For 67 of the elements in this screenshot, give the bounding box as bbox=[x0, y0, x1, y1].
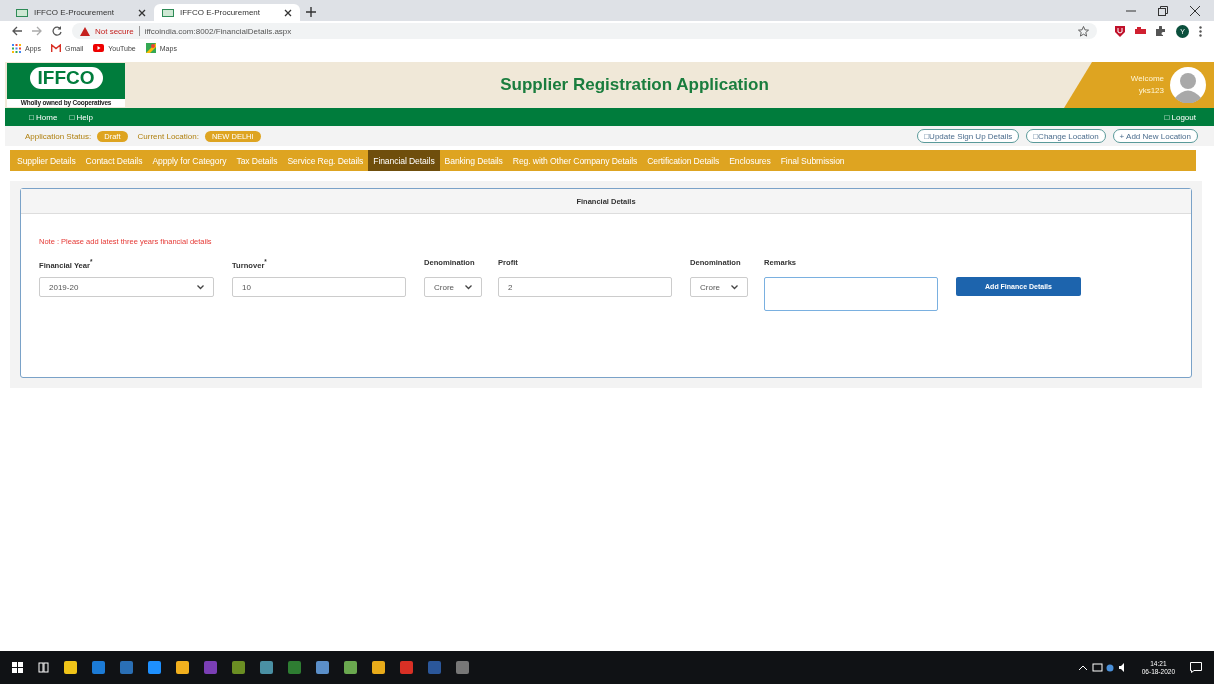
input-field[interactable]: 2 bbox=[498, 277, 672, 297]
app-icon[interactable] bbox=[260, 661, 273, 674]
chevron-icon bbox=[197, 284, 204, 290]
star-icon[interactable] bbox=[1078, 25, 1089, 37]
nav-link[interactable]: □ Help bbox=[69, 112, 93, 122]
app-icon[interactable] bbox=[344, 661, 357, 674]
forward-icon[interactable] bbox=[32, 26, 42, 36]
app-icon[interactable] bbox=[232, 661, 245, 674]
app-icon[interactable] bbox=[288, 661, 301, 674]
puzzle-icon[interactable] bbox=[1156, 26, 1166, 36]
menu-icon[interactable] bbox=[1199, 25, 1202, 37]
favicon-icon bbox=[162, 8, 174, 17]
play-icon bbox=[93, 44, 105, 52]
select-field[interactable]: Crore bbox=[424, 277, 482, 297]
close-icon[interactable] bbox=[284, 8, 292, 17]
app-icon[interactable] bbox=[400, 661, 413, 674]
app-icon[interactable] bbox=[92, 661, 105, 674]
logo-wordmark: IFFCO bbox=[29, 67, 103, 89]
username-text: yks123 bbox=[1138, 85, 1164, 97]
location-label: Current Location: bbox=[137, 131, 199, 141]
extension-icon[interactable] bbox=[1135, 27, 1146, 35]
logout-link[interactable]: □ Logout bbox=[1164, 112, 1196, 122]
back-icon[interactable] bbox=[12, 26, 22, 36]
app-icon[interactable] bbox=[148, 661, 161, 674]
app-icon[interactable] bbox=[428, 661, 441, 674]
app-icon[interactable] bbox=[316, 661, 329, 674]
app-icon[interactable] bbox=[64, 661, 77, 674]
section-tab[interactable]: Financial Details bbox=[368, 150, 440, 171]
remarks-field[interactable] bbox=[764, 277, 938, 311]
close-icon[interactable] bbox=[138, 8, 146, 17]
shield-icon[interactable] bbox=[1115, 25, 1125, 37]
close-icon[interactable] bbox=[1190, 6, 1200, 16]
outline-button[interactable]: □Change Location bbox=[1026, 129, 1106, 143]
browser-tab[interactable]: IFFCO E-Procurement bbox=[154, 4, 300, 21]
tray-icons[interactable] bbox=[1078, 663, 1127, 672]
app-icon[interactable] bbox=[372, 661, 385, 674]
reload-icon[interactable] bbox=[52, 26, 62, 36]
windows-logo-icon[interactable] bbox=[12, 662, 23, 673]
app-title: Supplier Registration Application bbox=[499, 75, 770, 95]
outline-button[interactable]: + Add New Location bbox=[1112, 129, 1198, 143]
nav-link[interactable]: □ Home bbox=[29, 112, 58, 122]
outline-button[interactable]: □Update Sign Up Details bbox=[917, 129, 1020, 143]
app-icon[interactable] bbox=[456, 661, 469, 674]
avatar-icon[interactable] bbox=[1170, 67, 1206, 103]
grid-icon bbox=[12, 43, 21, 53]
chevron-icon bbox=[465, 284, 472, 290]
input-field[interactable]: 10 bbox=[232, 277, 406, 297]
select-field[interactable]: 2019-20 bbox=[39, 277, 214, 297]
status-label: Application Status: bbox=[25, 131, 92, 141]
mail-icon bbox=[50, 44, 61, 52]
address-bar[interactable]: Not secure iffcoindia.com:8002/FinancialDetails.aspx bbox=[72, 23, 1097, 39]
url-text: iffcoindia.com:8002/FinancialDetails.aspx bbox=[144, 26, 292, 36]
restore-icon[interactable] bbox=[1158, 6, 1168, 16]
security-warning: Not secure bbox=[95, 26, 134, 36]
task-view-icon[interactable] bbox=[38, 662, 49, 673]
select-field[interactable]: Crore bbox=[690, 277, 748, 297]
favicon-icon bbox=[16, 8, 28, 17]
map-icon bbox=[145, 43, 156, 53]
warning-icon bbox=[80, 26, 90, 36]
welcome-text: Welcome bbox=[1130, 73, 1164, 85]
notification-icon[interactable] bbox=[1190, 662, 1202, 673]
app-icon[interactable] bbox=[120, 661, 133, 674]
app-icon[interactable] bbox=[176, 661, 189, 674]
browser-tab[interactable]: IFFCO E-Procurement bbox=[8, 4, 154, 21]
chevron-icon bbox=[731, 284, 738, 290]
new-tab-icon[interactable] bbox=[306, 7, 316, 17]
app-icon[interactable] bbox=[204, 661, 217, 674]
